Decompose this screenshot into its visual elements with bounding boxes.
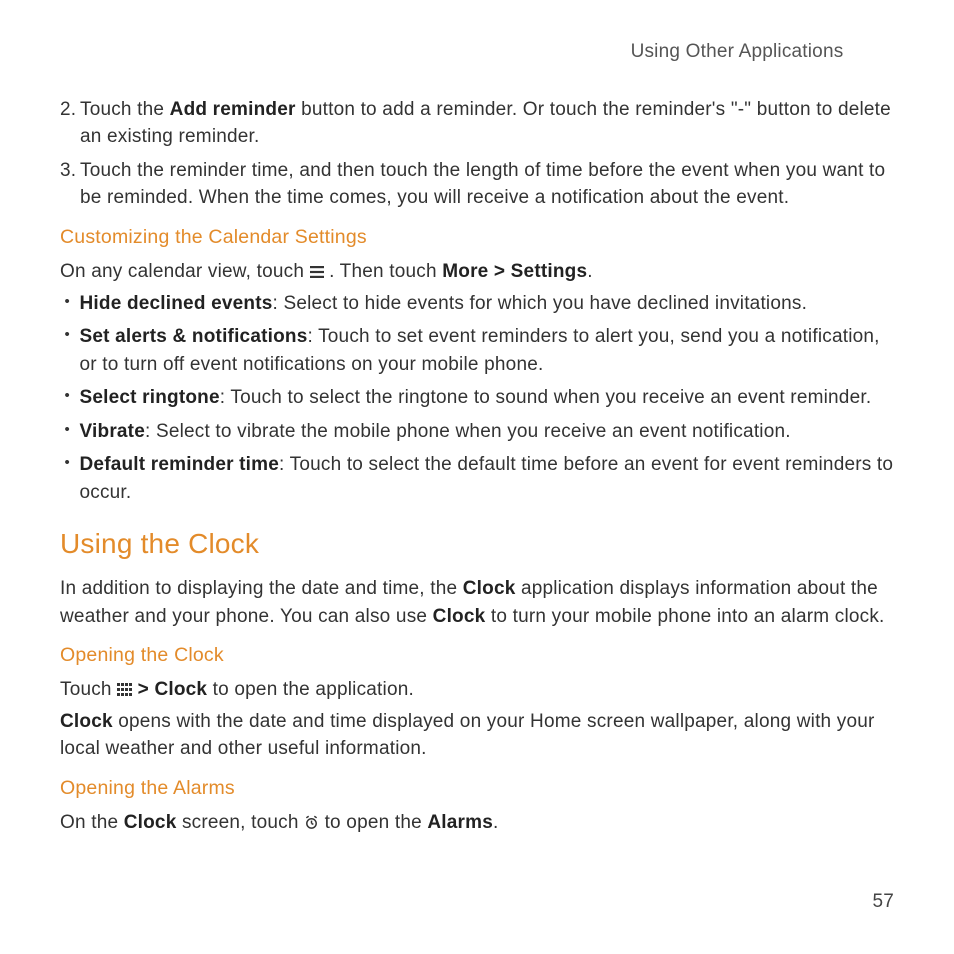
- numbered-steps: 2. Touch the Add reminder button to add …: [60, 96, 894, 212]
- bullet-label: Select ringtone: [80, 387, 220, 408]
- clock-label: Clock: [124, 812, 177, 833]
- text-fragment: to open the application.: [207, 679, 414, 700]
- bullet-text: : Select to hide events for which you ha…: [273, 293, 808, 314]
- heading-using-clock: Using the Clock: [60, 524, 894, 565]
- bullet-select-ringtone: Select ringtone: Touch to select the rin…: [65, 384, 895, 412]
- opening-clock-line2: Clock opens with the date and time displ…: [60, 708, 894, 763]
- text-fragment: On the: [60, 812, 124, 833]
- clock-label: Clock: [463, 578, 516, 599]
- bullet-text: : Select to vibrate the mobile phone whe…: [145, 421, 791, 442]
- menu-icon: [310, 266, 324, 278]
- opening-clock-line1: Touch > Clock to open the application.: [60, 676, 894, 704]
- bullet-label: Vibrate: [80, 421, 145, 442]
- alarms-label: Alarms: [427, 812, 493, 833]
- page-header: Using Other Applications: [60, 38, 894, 66]
- text-fragment: screen, touch: [176, 812, 304, 833]
- text-fragment: .: [587, 261, 592, 282]
- step-number: 2.: [60, 96, 76, 124]
- settings-bullet-list: Hide declined events: Select to hide eve…: [60, 290, 894, 507]
- clock-path-label: > Clock: [138, 679, 208, 700]
- bullet-vibrate: Vibrate: Select to vibrate the mobile ph…: [65, 418, 895, 446]
- text-fragment: opens with the date and time displayed o…: [60, 711, 875, 760]
- text-fragment: Touch the: [80, 99, 170, 120]
- add-reminder-label: Add reminder: [170, 99, 296, 120]
- heading-customizing-calendar: Customizing the Calendar Settings: [60, 223, 894, 251]
- step-text: Touch the reminder time, and then touch …: [80, 160, 885, 209]
- clock-label: Clock: [433, 606, 486, 627]
- more-settings-label: More > Settings: [442, 261, 587, 282]
- step-3: 3. Touch the reminder time, and then tou…: [60, 157, 894, 212]
- text-fragment: Touch: [60, 679, 117, 700]
- intro-calendar-settings: On any calendar view, touch . Then touch…: [60, 258, 894, 286]
- heading-opening-clock: Opening the Clock: [60, 641, 894, 669]
- heading-opening-alarms: Opening the Alarms: [60, 774, 894, 802]
- step-text: Touch the Add reminder button to add a r…: [80, 99, 891, 148]
- app-grid-icon: [117, 683, 132, 696]
- text-fragment: to open the: [325, 812, 428, 833]
- clock-label: Clock: [60, 711, 113, 732]
- bullet-default-reminder: Default reminder time: Touch to select t…: [65, 451, 895, 506]
- bullet-label: Hide declined events: [80, 293, 273, 314]
- text-fragment: .: [493, 812, 498, 833]
- clock-intro: In addition to displaying the date and t…: [60, 575, 894, 630]
- opening-alarms-line: On the Clock screen, touch to open the A…: [60, 809, 894, 837]
- text-fragment: . Then touch: [329, 261, 442, 282]
- text-fragment: In addition to displaying the date and t…: [60, 578, 463, 599]
- text-fragment: On any calendar view, touch: [60, 261, 310, 282]
- bullet-text: : Touch to select the ringtone to sound …: [220, 387, 872, 408]
- step-2: 2. Touch the Add reminder button to add …: [60, 96, 894, 151]
- step-number: 3.: [60, 157, 76, 185]
- alarm-icon: [304, 815, 319, 830]
- bullet-hide-declined: Hide declined events: Select to hide eve…: [65, 290, 895, 318]
- bullet-set-alerts: Set alerts & notifications: Touch to set…: [65, 323, 895, 378]
- text-fragment: to turn your mobile phone into an alarm …: [485, 606, 884, 627]
- bullet-label: Default reminder time: [80, 454, 280, 475]
- bullet-label: Set alerts & notifications: [80, 326, 308, 347]
- page-number: 57: [872, 888, 894, 916]
